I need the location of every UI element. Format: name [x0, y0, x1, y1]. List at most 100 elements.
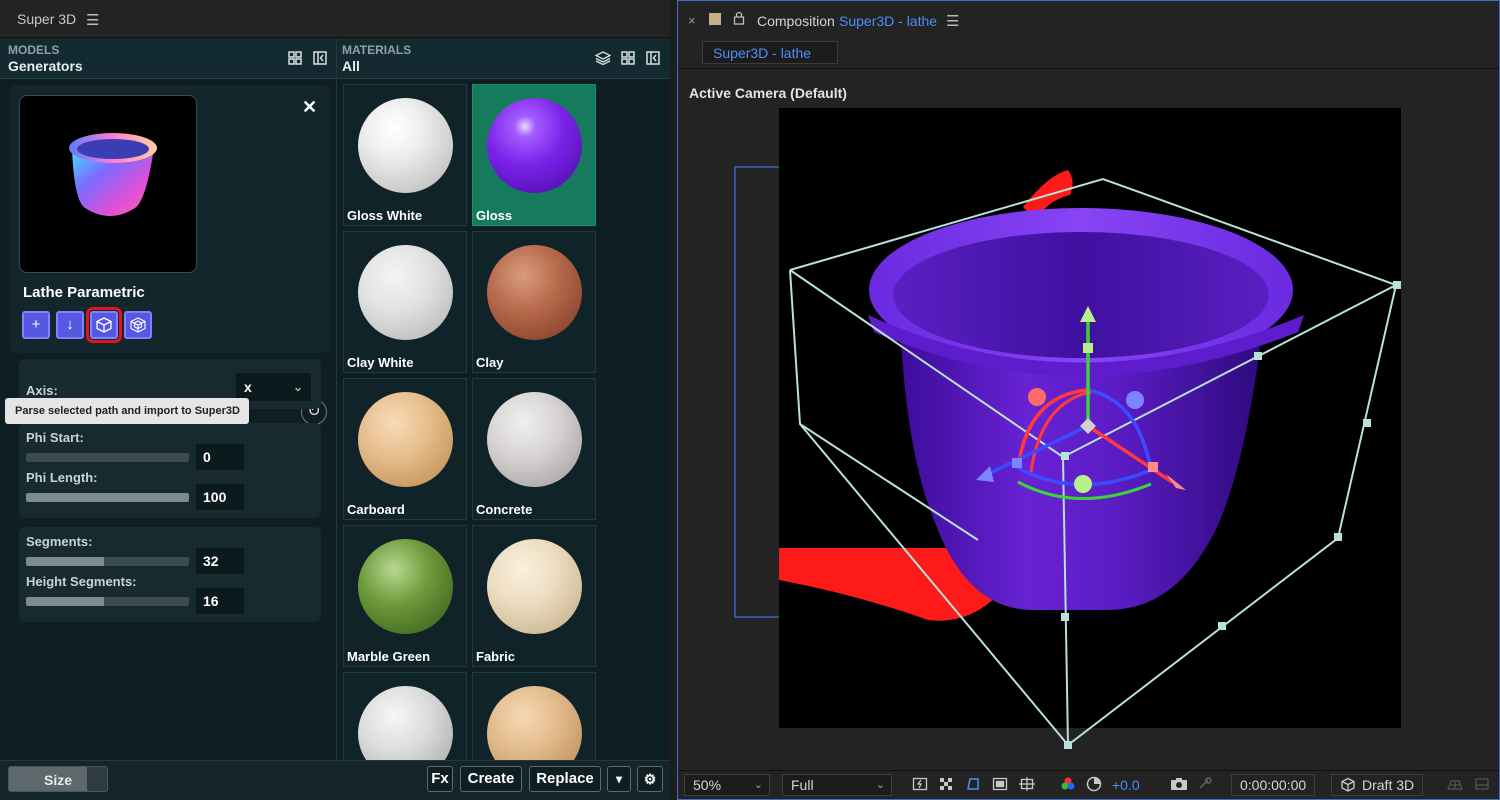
material-label: Gloss [476, 208, 513, 223]
material-label: Fabric [476, 649, 516, 664]
material-tile[interactable]: Gloss [472, 84, 596, 226]
composition-label: Composition [757, 13, 835, 29]
material-preview [358, 245, 453, 340]
guides-icon[interactable] [1018, 776, 1036, 794]
fx-button[interactable]: Fx [427, 766, 453, 792]
plus-icon: + [31, 316, 41, 333]
replace-button[interactable]: Replace [529, 766, 601, 792]
size-slider[interactable]: Size [8, 766, 108, 792]
phi-length-slider[interactable] [26, 493, 189, 502]
height-segments-slider[interactable] [26, 597, 189, 606]
segments-field[interactable]: 32 [196, 548, 244, 574]
material-tile[interactable]: Clay [472, 231, 596, 373]
tooltip: Parse selected path and import to Super3… [5, 398, 249, 424]
chevron-down-icon[interactable]: ▾ [607, 766, 631, 792]
material-tile[interactable]: Marble Green [343, 525, 467, 667]
renderer-label: Draft 3D [1362, 777, 1415, 793]
wireframe-cube-icon [130, 317, 146, 333]
draft-3d-icon [1340, 777, 1356, 798]
composition-subtab[interactable]: Super3D - lathe [702, 41, 838, 64]
height-segments-label: Height Segments: [26, 574, 137, 589]
chevron-down-icon: ⌄ [753, 779, 763, 791]
layers-icon[interactable] [594, 50, 612, 66]
height-segments-field[interactable]: 16 [196, 588, 244, 614]
mask-path-icon[interactable] [964, 776, 982, 794]
phi-start-slider[interactable] [26, 453, 189, 462]
chevron-down-icon: ⌄ [292, 380, 303, 394]
segments-slider[interactable] [26, 557, 189, 566]
collapse-icon[interactable] [312, 50, 328, 66]
material-preview [358, 392, 453, 487]
material-preview [487, 245, 582, 340]
composition-color-swatch[interactable] [709, 13, 721, 25]
panel-title-bar: Super 3D ☰ [0, 0, 670, 38]
material-tile[interactable] [343, 672, 467, 762]
download-icon: ↓ [66, 316, 74, 333]
fast-previews-icon[interactable] [911, 776, 929, 794]
lock-icon[interactable] [733, 11, 745, 28]
collapse-icon[interactable] [645, 50, 661, 66]
menu-icon[interactable]: ☰ [86, 11, 99, 29]
resolution-select[interactable]: Full ⌄ [782, 774, 892, 796]
extended-viewer-icon[interactable] [1473, 776, 1491, 794]
material-tile[interactable] [472, 672, 596, 762]
add-model-button[interactable]: + [22, 311, 50, 339]
axis-value: x [244, 379, 252, 395]
materials-subcategory[interactable]: All [342, 58, 360, 74]
grid-icon[interactable] [287, 50, 303, 66]
phi-length-field[interactable]: 100 [196, 484, 244, 510]
materials-column: MATERIALS All Gloss White Gloss Clay Whi… [336, 39, 670, 762]
phi-start-label: Phi Start: [26, 430, 84, 445]
material-preview [487, 686, 582, 761]
menu-icon[interactable]: ☰ [946, 12, 959, 30]
composition-name[interactable]: Super3D - lathe [839, 13, 937, 29]
create-button[interactable]: Create [460, 766, 522, 792]
gear-icon[interactable]: ⚙ [637, 766, 663, 792]
material-tile[interactable]: Gloss White [343, 84, 467, 226]
region-of-interest-icon[interactable] [991, 776, 1009, 794]
generator-thumbnail[interactable] [19, 95, 197, 273]
axis-label: Axis: [26, 383, 58, 398]
snapshot-icon[interactable] [1170, 776, 1188, 794]
viewport-canvas[interactable] [678, 70, 1499, 770]
3d-ground-plane-icon[interactable] [1446, 776, 1464, 794]
material-label: Clay White [347, 355, 414, 370]
renderer-button[interactable]: Draft 3D [1331, 774, 1424, 798]
wireframe-button[interactable] [124, 311, 152, 339]
phi-start-field[interactable]: 0 [196, 444, 244, 470]
models-subcategory[interactable]: Generators [8, 58, 83, 74]
generator-card: ✕ Lathe Parametric + ↓ [10, 85, 330, 353]
color-channel-icon[interactable] [1059, 776, 1077, 794]
models-header: MODELS Generators [0, 39, 336, 79]
exposure-value[interactable]: +0.0 [1112, 777, 1140, 793]
composition-panel: × Composition Super3D - lathe ☰ Super3D … [677, 0, 1500, 800]
material-tile[interactable]: Fabric [472, 525, 596, 667]
resolution-value: Full [791, 777, 814, 793]
close-icon[interactable]: × [688, 13, 696, 28]
super3d-panel: Super 3D ☰ MODELS Generators ✕ Lathe Par… [0, 0, 670, 800]
close-icon[interactable]: ✕ [302, 97, 317, 118]
materials-header: MATERIALS All [337, 39, 670, 79]
segments-label: Segments: [26, 534, 93, 549]
composition-viewer[interactable]: Active Camera (Default) [678, 70, 1499, 770]
zoom-value: 50% [693, 777, 722, 793]
reset-exposure-icon[interactable] [1085, 776, 1103, 794]
plugin-body: MODELS Generators ✕ Lathe Parametric + ↓… [0, 39, 670, 800]
segments-group: Segments: 32 Height Segments: 16 [19, 527, 321, 622]
parse-path-import-button[interactable] [86, 307, 122, 343]
material-tile[interactable]: Carboard [343, 378, 467, 520]
transparency-grid-icon[interactable] [937, 776, 955, 794]
grid-icon[interactable] [620, 50, 636, 66]
timecode-display[interactable]: 0:00:00:00 [1231, 774, 1316, 796]
download-model-button[interactable]: ↓ [56, 311, 84, 339]
chevron-down-icon: ⌄ [875, 779, 885, 791]
composition-tab-bar: × Composition Super3D - lathe ☰ Super3D … [678, 1, 1499, 69]
material-tile[interactable]: Concrete [472, 378, 596, 520]
material-label: Gloss White [347, 208, 423, 223]
axis-select[interactable]: x ⌄ [236, 373, 311, 401]
zoom-select[interactable]: 50% ⌄ [684, 774, 770, 796]
show-snapshot-icon[interactable] [1196, 776, 1214, 794]
size-label: Size [44, 772, 73, 788]
material-tile[interactable]: Clay White [343, 231, 467, 373]
panel-tab-title[interactable]: Super 3D [17, 11, 76, 27]
